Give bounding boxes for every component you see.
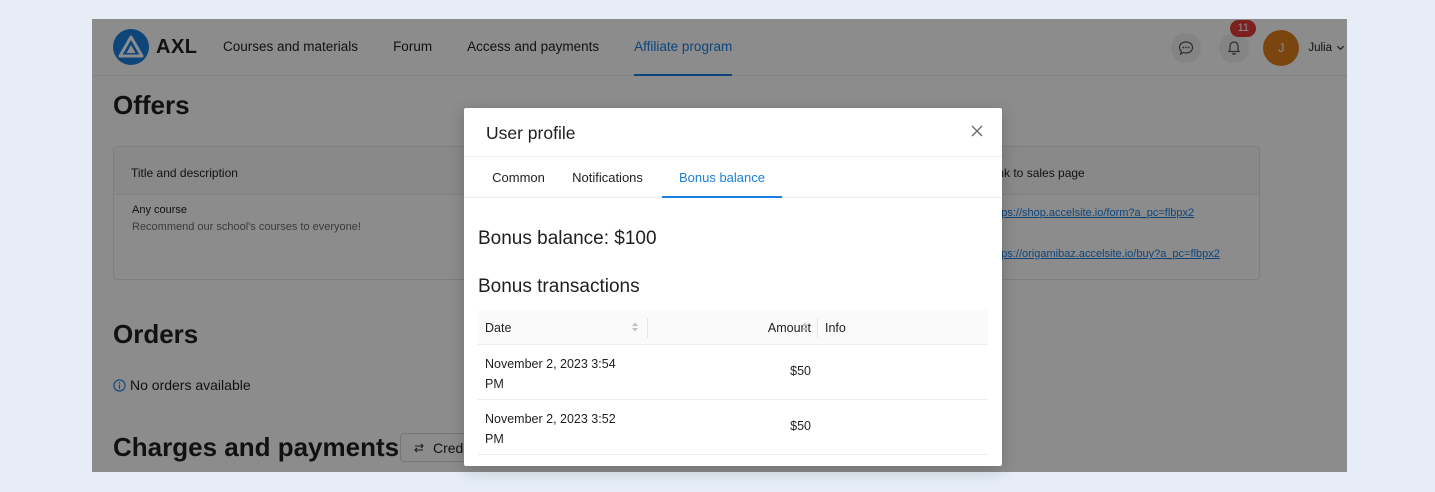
- column-info: Info: [825, 321, 846, 335]
- table-row: November 2, 2023 3:54 PM $50: [478, 345, 988, 400]
- row-amount: $50: [790, 364, 811, 378]
- tab-bonus-balance[interactable]: Bonus balance: [662, 157, 782, 198]
- row-date: November 2, 2023 3:52 PM: [485, 412, 616, 446]
- column-date[interactable]: Date: [485, 321, 511, 335]
- modal-tabs: Common Notifications Bonus balance: [464, 157, 1002, 198]
- modal-title: User profile: [486, 123, 576, 143]
- tab-notifications[interactable]: Notifications: [563, 157, 652, 198]
- close-icon[interactable]: [970, 124, 984, 138]
- table-row: November 2, 2023 3:52 PM $50: [478, 400, 988, 455]
- user-profile-modal: User profile Common Notifications Bonus …: [464, 108, 1002, 466]
- sort-icon[interactable]: [631, 321, 639, 333]
- modal-header: User profile: [464, 108, 1002, 157]
- bonus-transactions-heading: Bonus transactions: [478, 276, 640, 297]
- column-divider: [647, 318, 648, 338]
- table-header: Date Amount Info: [478, 310, 988, 345]
- sort-icon[interactable]: [801, 321, 809, 333]
- bonus-transactions-table: Date Amount Info November 2, 2023 3:54 P…: [478, 310, 988, 455]
- row-date: November 2, 2023 3:54 PM: [485, 357, 616, 391]
- tab-common[interactable]: Common: [474, 157, 563, 198]
- column-divider: [817, 318, 818, 338]
- row-amount: $50: [790, 419, 811, 433]
- bonus-balance-heading: Bonus balance: $100: [478, 228, 657, 249]
